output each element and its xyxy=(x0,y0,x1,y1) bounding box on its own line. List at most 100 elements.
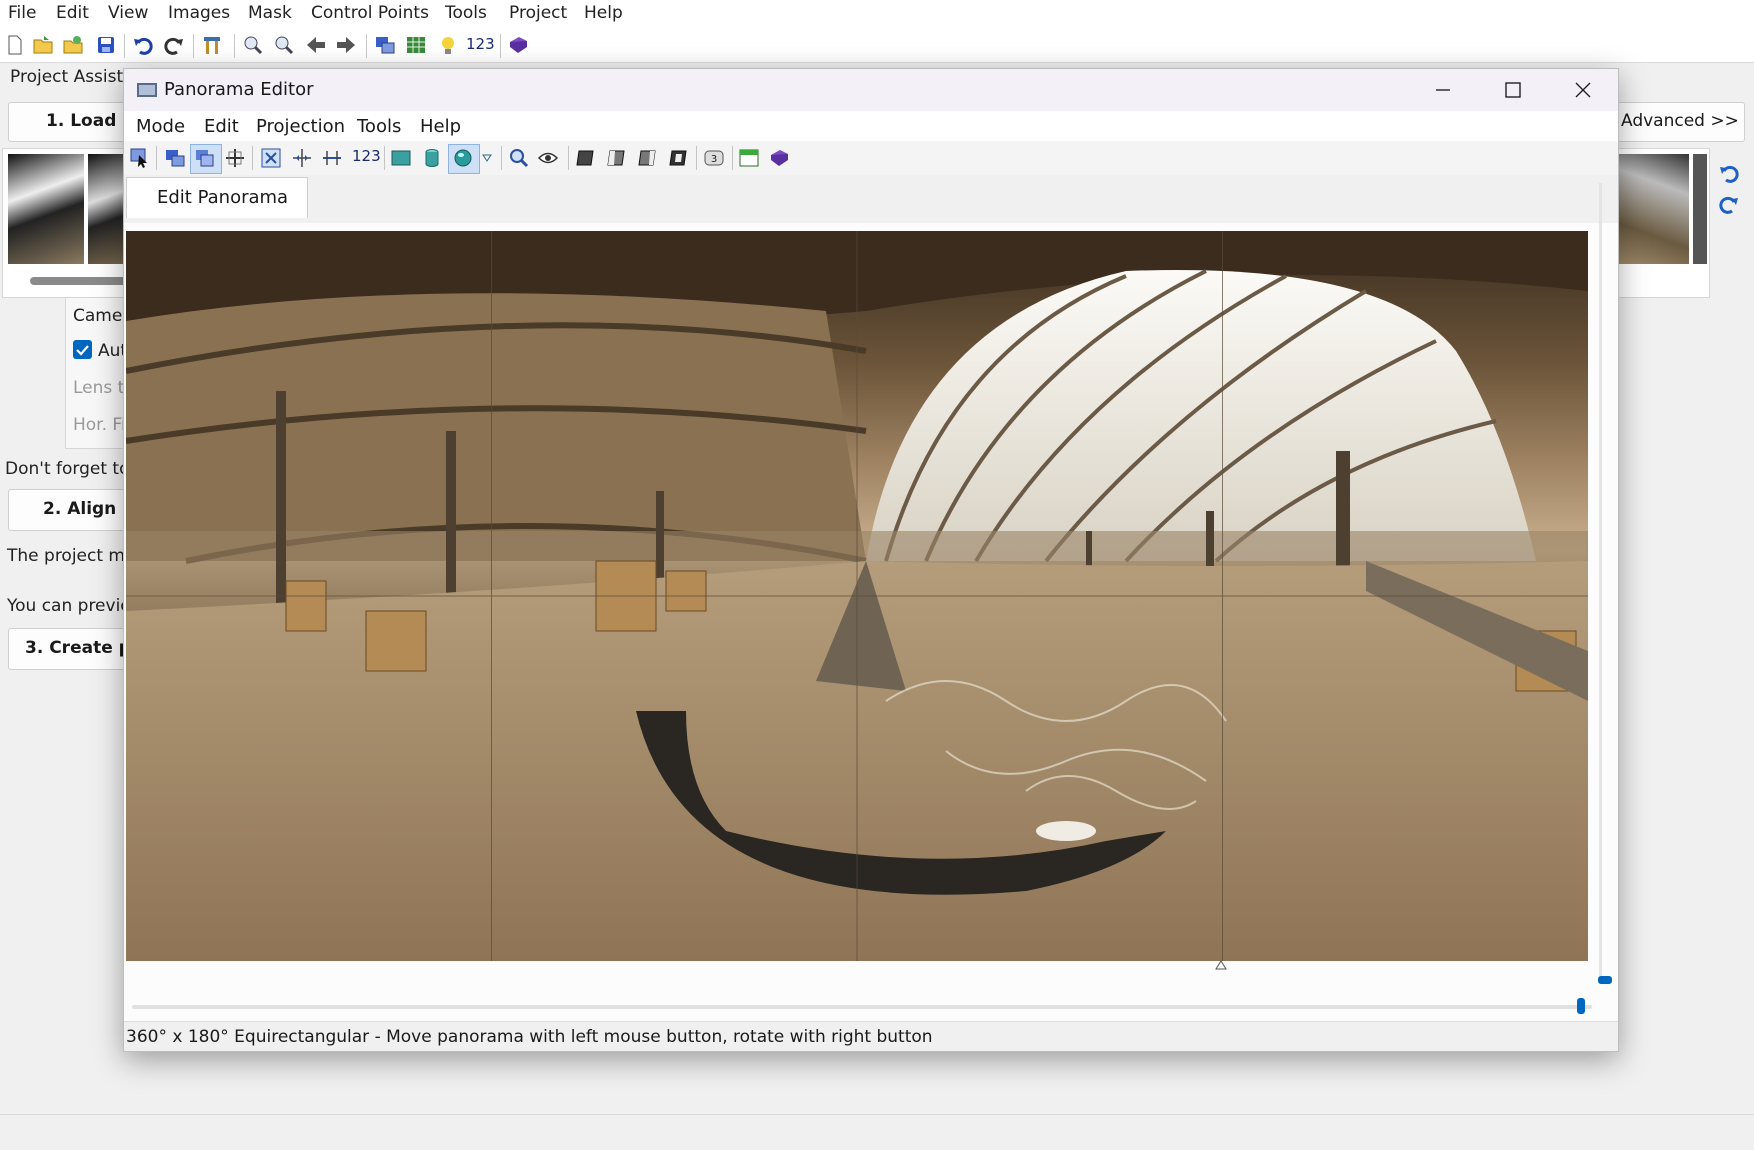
menu-help[interactable]: Help xyxy=(584,3,623,23)
panorama-editor-title: Panorama Editor xyxy=(164,79,314,100)
projection-dropdown-icon[interactable] xyxy=(482,153,492,163)
toolbar-separator xyxy=(568,146,569,170)
pe-menu-help[interactable]: Help xyxy=(420,116,461,137)
image-thumbnail[interactable] xyxy=(1693,154,1707,264)
vertical-slider-track[interactable] xyxy=(1599,183,1602,983)
fit-icon[interactable] xyxy=(260,147,282,169)
horizontal-slider-track[interactable] xyxy=(132,1005,1592,1009)
pe-help-book-icon[interactable] xyxy=(768,147,790,169)
eye-icon[interactable] xyxy=(537,147,559,169)
help-book-icon[interactable] xyxy=(507,34,529,56)
numbers-icon[interactable]: 123 xyxy=(466,35,495,53)
image-thumbnail[interactable] xyxy=(1619,154,1689,264)
layout-mode-icon[interactable] xyxy=(194,147,216,169)
close-icon[interactable] xyxy=(1574,81,1592,99)
redo-icon[interactable] xyxy=(163,34,185,56)
rectilinear-icon[interactable] xyxy=(390,147,412,169)
panorama-editor-menubar: Mode Edit Projection Tools Help xyxy=(124,111,1618,141)
horizontal-slider-thumb[interactable] xyxy=(1577,998,1585,1014)
straighten-icon[interactable] xyxy=(321,147,343,169)
toolbar-separator xyxy=(696,146,697,170)
panorama-editor-statusbar: 360° x 180° Equirectangular - Move panor… xyxy=(124,1021,1618,1051)
toolbar-separator xyxy=(193,34,194,58)
zoom-in-icon[interactable] xyxy=(242,34,264,56)
panorama-editor-titlebar: Panorama Editor xyxy=(124,69,1618,111)
exposure-left-icon[interactable] xyxy=(606,147,628,169)
zoom-out-icon[interactable] xyxy=(273,34,295,56)
project-assistant-tab[interactable]: Project Assista xyxy=(10,67,134,87)
pe-menu-edit[interactable]: Edit xyxy=(204,116,239,137)
menu-tools[interactable]: Tools xyxy=(445,3,487,23)
panorama-editor-window: Panorama Editor Mode Edit Projection Too… xyxy=(123,68,1619,1052)
main-menubar: File Edit View Images Mask Control Point… xyxy=(0,0,1754,29)
stack-count-icon[interactable]: 3 xyxy=(703,147,725,169)
crosshair-icon[interactable] xyxy=(224,147,246,169)
next-icon[interactable] xyxy=(335,34,357,56)
preview-mode-icon[interactable] xyxy=(164,147,186,169)
equirectangular-sphere-icon[interactable] xyxy=(452,147,474,169)
toolbar-separator xyxy=(384,146,385,170)
rotate-ccw-icon[interactable] xyxy=(1718,162,1740,184)
status-text: 360° x 180° Equirectangular - Move panor… xyxy=(126,1027,933,1047)
menu-images[interactable]: Images xyxy=(168,3,230,23)
hfov-label: Hor. Fi xyxy=(73,415,126,435)
cylindrical-icon[interactable] xyxy=(421,147,443,169)
exposure-dark-icon[interactable] xyxy=(575,147,597,169)
center-icon[interactable] xyxy=(291,147,313,169)
tab-edit-panorama[interactable]: Edit Panorama xyxy=(126,177,308,218)
menu-view[interactable]: View xyxy=(108,3,148,23)
select-mode-icon[interactable] xyxy=(129,147,151,169)
exposure-right-icon[interactable] xyxy=(637,147,659,169)
toolbar-separator xyxy=(500,34,501,58)
auto-checkbox[interactable] xyxy=(73,340,92,359)
panorama-app-icon xyxy=(137,83,157,97)
toolbar-separator xyxy=(124,34,125,58)
open-project-icon[interactable] xyxy=(32,34,54,56)
main-toolbar: 123 xyxy=(0,28,1754,63)
image-thumbnail[interactable] xyxy=(88,154,128,264)
search-icon[interactable] xyxy=(508,147,530,169)
advanced-label[interactable]: Advanced >> xyxy=(1621,111,1739,131)
toolbar-separator xyxy=(501,146,502,170)
exposure-both-icon[interactable] xyxy=(668,147,690,169)
menu-edit[interactable]: Edit xyxy=(56,3,89,23)
menu-mask[interactable]: Mask xyxy=(248,3,292,23)
maximize-icon[interactable] xyxy=(1504,81,1522,99)
pe-numbers-icon[interactable]: 123 xyxy=(352,147,381,165)
optimize-icon[interactable] xyxy=(201,34,223,56)
pe-menu-projection[interactable]: Projection xyxy=(256,116,345,137)
rotate-cw-icon[interactable] xyxy=(1718,193,1740,215)
project-status-text: The project ma xyxy=(7,546,136,566)
save-icon[interactable] xyxy=(95,34,117,56)
toolbar-separator xyxy=(156,146,157,170)
window-layout-icon[interactable] xyxy=(738,147,760,169)
camera-label: Camer xyxy=(73,306,130,326)
toolbar-separator xyxy=(252,146,253,170)
main-statusbar xyxy=(0,1114,1754,1150)
previous-icon[interactable] xyxy=(305,34,327,56)
panorama-canvas[interactable] xyxy=(126,231,1588,961)
pe-menu-mode[interactable]: Mode xyxy=(136,116,185,137)
open-recent-icon[interactable] xyxy=(62,34,84,56)
minimize-icon[interactable] xyxy=(1434,81,1452,99)
table-icon[interactable] xyxy=(405,34,427,56)
vertical-slider-thumb[interactable] xyxy=(1598,976,1612,984)
toolbar-separator xyxy=(732,146,733,170)
menu-project[interactable]: Project xyxy=(509,3,567,23)
tip-icon[interactable] xyxy=(437,34,459,56)
svg-text:3: 3 xyxy=(711,154,717,165)
center-marker-icon xyxy=(1215,960,1227,970)
tab-edit-panorama-label: Edit Panorama xyxy=(157,187,289,208)
undo-icon[interactable] xyxy=(132,34,154,56)
image-thumbnail[interactable] xyxy=(8,154,84,264)
panorama-image xyxy=(126,231,1588,961)
menu-control-points[interactable]: Control Points xyxy=(311,3,429,23)
dont-forget-text: Don't forget to xyxy=(5,459,130,479)
preview-hint-text: You can previe xyxy=(7,596,131,616)
preview-icon[interactable] xyxy=(374,34,396,56)
menu-file[interactable]: File xyxy=(8,3,36,23)
toolbar-separator xyxy=(366,34,367,58)
new-project-icon[interactable] xyxy=(4,34,26,56)
pe-menu-tools[interactable]: Tools xyxy=(357,116,401,137)
panorama-editor-toolbar: 123 3 xyxy=(124,141,1618,175)
